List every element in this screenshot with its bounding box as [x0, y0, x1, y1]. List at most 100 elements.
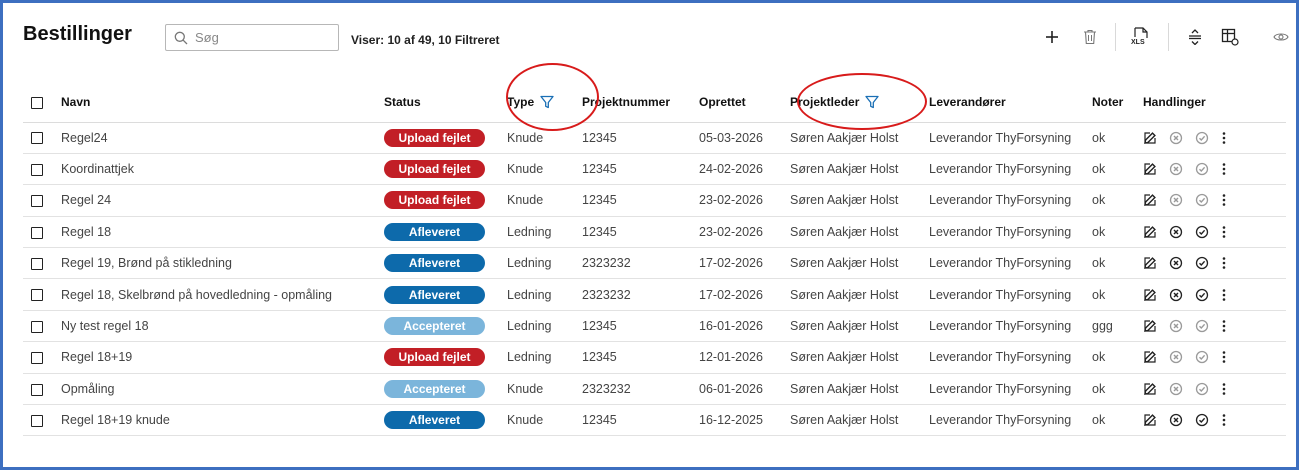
cell-name[interactable]: Regel 18, Skelbrønd på hovedledning - op… [53, 278, 376, 311]
table-row[interactable]: Koordinattjek Upload fejlet Knude 12345 24-0… [23, 153, 1286, 186]
edit-icon[interactable] [1143, 382, 1157, 396]
check-circle-icon[interactable] [1195, 162, 1209, 176]
cancel-circle-icon[interactable] [1169, 382, 1183, 396]
more-vertical-icon[interactable] [1221, 225, 1227, 239]
edit-icon[interactable] [1143, 288, 1157, 302]
cell-name[interactable]: Regel 18 [53, 216, 376, 249]
check-circle-icon[interactable] [1195, 131, 1209, 145]
column-header-suppliers[interactable]: Leverandører [921, 83, 1084, 123]
more-vertical-icon[interactable] [1221, 382, 1227, 396]
delete-button[interactable] [1076, 23, 1104, 51]
more-vertical-icon[interactable] [1221, 256, 1227, 270]
check-circle-icon[interactable] [1195, 288, 1209, 302]
more-vertical-icon[interactable] [1221, 288, 1227, 302]
table-row[interactable]: Regel 19, Brønd på stikledning Afleveret L… [23, 247, 1286, 280]
cancel-circle-icon[interactable] [1169, 225, 1183, 239]
row-select-cell[interactable] [23, 278, 53, 311]
cancel-circle-icon[interactable] [1169, 350, 1183, 364]
row-checkbox[interactable] [31, 257, 43, 270]
select-all-cell[interactable] [23, 83, 53, 123]
cell-name[interactable]: Regel 19, Brønd på stikledning [53, 247, 376, 280]
cancel-circle-icon[interactable] [1169, 256, 1183, 270]
edit-icon[interactable] [1143, 350, 1157, 364]
cell-name[interactable]: Regel24 [53, 122, 376, 154]
row-checkbox[interactable] [31, 163, 43, 176]
check-circle-icon[interactable] [1195, 413, 1209, 427]
cancel-circle-icon[interactable] [1169, 319, 1183, 333]
check-circle-icon[interactable] [1195, 350, 1209, 364]
filter-icon[interactable] [540, 95, 554, 109]
add-button[interactable] [1038, 23, 1066, 51]
column-header-created[interactable]: Oprettet [691, 83, 782, 123]
cell-name[interactable]: Regel 18+19 [53, 341, 376, 374]
more-vertical-icon[interactable] [1221, 162, 1227, 176]
cancel-circle-icon[interactable] [1169, 131, 1183, 145]
row-select-cell[interactable] [23, 404, 53, 437]
row-select-cell[interactable] [23, 373, 53, 406]
row-checkbox[interactable] [31, 289, 43, 302]
column-header-notes[interactable]: Noter [1084, 83, 1135, 123]
cell-name[interactable]: Opmåling [53, 373, 376, 406]
check-circle-icon[interactable] [1195, 193, 1209, 207]
row-density-button[interactable] [1181, 23, 1209, 51]
edit-icon[interactable] [1143, 319, 1157, 333]
edit-icon[interactable] [1143, 256, 1157, 270]
cancel-circle-icon[interactable] [1169, 413, 1183, 427]
more-vertical-icon[interactable] [1221, 131, 1227, 145]
check-circle-icon[interactable] [1195, 225, 1209, 239]
row-select-cell[interactable] [23, 247, 53, 280]
table-row[interactable]: Regel 18, Skelbrønd på hovedledning - op… [23, 278, 1286, 311]
check-circle-icon[interactable] [1195, 382, 1209, 396]
select-all-checkbox[interactable] [31, 97, 43, 110]
cell-name[interactable]: Regel 18+19 knude [53, 404, 376, 437]
row-checkbox[interactable] [31, 414, 43, 427]
export-xls-button[interactable]: XLS [1127, 23, 1155, 51]
table-row[interactable]: Regel 18+19 knude Afleveret Knude 12345 16-1… [23, 404, 1286, 437]
search-box[interactable] [165, 24, 339, 51]
column-header-project-number[interactable]: Projektnummer [574, 83, 691, 123]
table-row[interactable]: Regel 24 Upload fejlet Knude 12345 23-02-202… [23, 184, 1286, 217]
filter-icon[interactable] [865, 95, 880, 109]
row-select-cell[interactable] [23, 310, 53, 343]
column-header-project-lead[interactable]: Projektleder [782, 83, 921, 123]
more-vertical-icon[interactable] [1221, 193, 1227, 207]
row-select-cell[interactable] [23, 184, 53, 217]
check-circle-icon[interactable] [1195, 256, 1209, 270]
row-checkbox[interactable] [31, 352, 43, 365]
column-header-status[interactable]: Status [376, 83, 499, 123]
edit-icon[interactable] [1143, 225, 1157, 239]
row-checkbox[interactable] [31, 320, 43, 333]
cell-name[interactable]: Ny test regel 18 [53, 310, 376, 343]
table-row[interactable]: Regel 18+19 Upload fejlet Ledning 12345 12-0… [23, 341, 1286, 374]
table-row[interactable]: Opmåling Accepteret Knude 2323232 06-01-2026… [23, 373, 1286, 406]
row-select-cell[interactable] [23, 216, 53, 249]
row-checkbox[interactable] [31, 383, 43, 396]
column-header-name[interactable]: Navn [53, 83, 376, 123]
edit-icon[interactable] [1143, 413, 1157, 427]
row-select-cell[interactable] [23, 122, 53, 154]
row-checkbox[interactable] [31, 226, 43, 239]
column-header-type[interactable]: Type [499, 83, 574, 123]
cancel-circle-icon[interactable] [1169, 162, 1183, 176]
cancel-circle-icon[interactable] [1169, 288, 1183, 302]
more-vertical-icon[interactable] [1221, 413, 1227, 427]
more-vertical-icon[interactable] [1221, 350, 1227, 364]
row-checkbox[interactable] [31, 132, 43, 145]
table-row[interactable]: Regel 18 Afleveret Ledning 12345 23-02-2026 S… [23, 216, 1286, 249]
edit-icon[interactable] [1143, 193, 1157, 207]
edit-icon[interactable] [1143, 131, 1157, 145]
visibility-button[interactable] [1267, 23, 1295, 51]
cell-name[interactable]: Koordinattjek [53, 153, 376, 186]
cancel-circle-icon[interactable] [1169, 193, 1183, 207]
cell-name[interactable]: Regel 24 [53, 184, 376, 217]
more-vertical-icon[interactable] [1221, 319, 1227, 333]
table-row[interactable]: Regel24 Upload fejlet Knude 12345 05-03-2026… [23, 122, 1286, 154]
edit-icon[interactable] [1143, 162, 1157, 176]
row-checkbox[interactable] [31, 195, 43, 208]
check-circle-icon[interactable] [1195, 319, 1209, 333]
table-row[interactable]: Ny test regel 18 Accepteret Ledning 12345 16… [23, 310, 1286, 343]
row-select-cell[interactable] [23, 153, 53, 186]
row-select-cell[interactable] [23, 341, 53, 374]
table-settings-button[interactable] [1216, 23, 1244, 51]
search-input[interactable] [195, 30, 315, 45]
